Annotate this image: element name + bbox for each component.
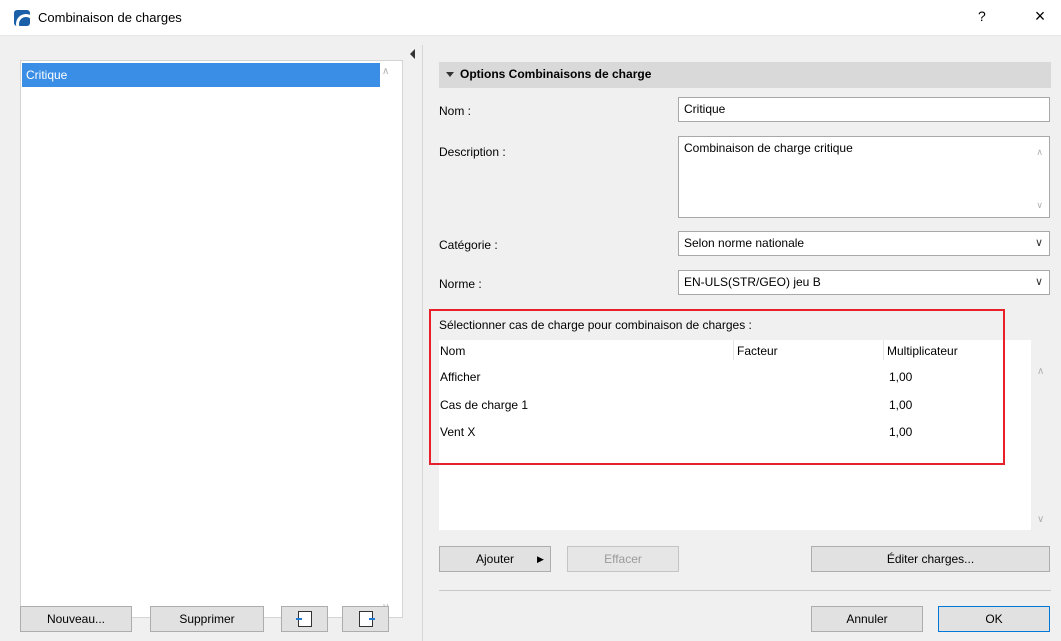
add-button-label: Ajouter <box>475 552 515 566</box>
norm-select[interactable]: EN-ULS(STR/GEO) jeu B ∨ <box>678 270 1050 295</box>
scroll-down-icon[interactable]: ∨ <box>1036 200 1043 211</box>
import-button[interactable] <box>281 606 328 632</box>
description-label: Description : <box>439 145 506 159</box>
name-input[interactable]: Critique <box>678 97 1050 122</box>
scroll-down-icon[interactable]: ∨ <box>1037 514 1044 525</box>
close-button[interactable]: × <box>1030 6 1050 26</box>
norm-label: Norme : <box>439 277 482 291</box>
import-icon <box>296 611 312 627</box>
cancel-button[interactable]: Annuler <box>811 606 923 632</box>
export-icon <box>359 611 375 627</box>
window-title: Combinaison de charges <box>38 10 182 25</box>
collapse-arrow-icon[interactable] <box>410 49 415 59</box>
combination-list[interactable]: Critique <box>20 60 403 618</box>
category-label: Catégorie : <box>439 238 498 252</box>
ok-button[interactable]: OK <box>938 606 1050 632</box>
new-button[interactable]: Nouveau... <box>20 606 132 632</box>
scroll-up-icon[interactable]: ∧ <box>1036 147 1043 158</box>
description-text: Combinaison de charge critique <box>684 141 853 155</box>
chevron-down-icon: ∨ <box>1034 276 1043 288</box>
name-label: Nom : <box>439 104 472 118</box>
add-button[interactable]: Ajouter ▶ <box>439 546 551 572</box>
scroll-up-icon[interactable]: ∧ <box>382 66 389 77</box>
title-bar: Combinaison de charges ? × <box>0 0 1061 36</box>
list-item-critique[interactable]: Critique <box>22 63 380 87</box>
description-textarea[interactable]: Combinaison de charge critique ∧ ∨ <box>678 136 1050 218</box>
export-button[interactable] <box>342 606 389 632</box>
scroll-up-icon[interactable]: ∧ <box>1037 366 1044 377</box>
category-select[interactable]: Selon norme nationale ∨ <box>678 231 1050 256</box>
expand-arrow-icon[interactable] <box>446 72 454 77</box>
app-icon <box>14 10 30 26</box>
category-value: Selon norme nationale <box>684 236 805 250</box>
edit-loads-button[interactable]: Éditer charges... <box>811 546 1050 572</box>
norm-value: EN-ULS(STR/GEO) jeu B <box>684 275 821 289</box>
highlight-annotation <box>429 309 1005 465</box>
separator <box>439 590 1051 591</box>
chevron-down-icon: ∨ <box>1034 237 1043 249</box>
section-title: Options Combinaisons de charge <box>460 67 652 81</box>
erase-button[interactable]: Effacer <box>567 546 679 572</box>
help-button[interactable]: ? <box>978 8 986 24</box>
panel-divider[interactable] <box>422 45 423 641</box>
delete-button[interactable]: Supprimer <box>150 606 264 632</box>
submenu-arrow-icon: ▶ <box>537 554 544 564</box>
